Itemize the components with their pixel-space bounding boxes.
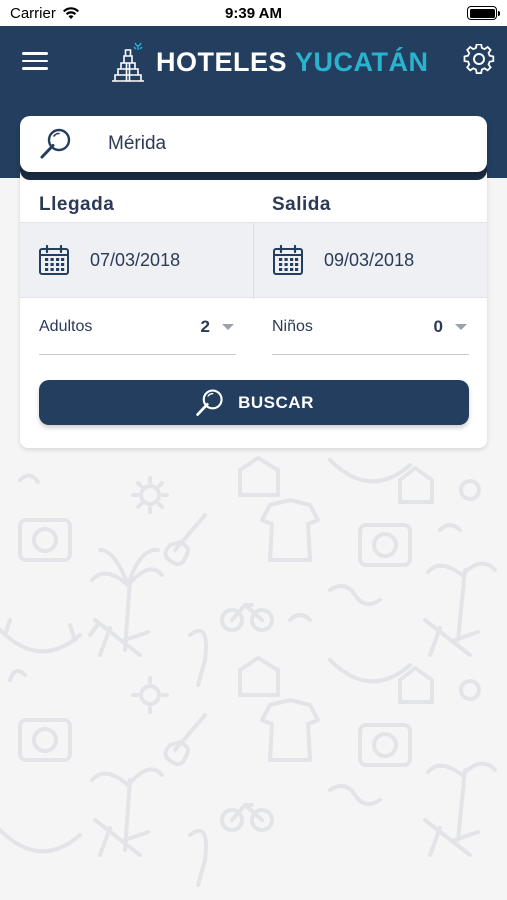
arrival-label: Llegada: [39, 194, 115, 215]
adults-label: Adultos: [39, 318, 93, 335]
calendar-icon: [39, 244, 69, 275]
status-bar: Carrier 9:39 AM: [0, 0, 507, 26]
departure-label: Salida: [272, 194, 331, 215]
search-icon: [40, 128, 71, 159]
search-icon: [196, 388, 223, 416]
destination-search-bar[interactable]: [20, 116, 487, 172]
arrival-date-value: 07/03/2018: [90, 250, 181, 270]
arrival-date-picker[interactable]: 07/03/2018: [20, 223, 253, 299]
search-button[interactable]: BUSCAR: [39, 380, 469, 425]
departure-date-picker[interactable]: 09/03/2018: [253, 223, 486, 299]
app-logo: HOTELES YUCATÁN: [108, 40, 429, 84]
booking-form-card: Llegada Salida 07/03/2018 09/03/2018 Adu…: [20, 172, 487, 448]
search-button-label: BUSCAR: [238, 392, 314, 412]
logo-word-yucatan: YUCATÁN: [295, 46, 429, 77]
battery-icon: [467, 6, 500, 20]
children-select[interactable]: Niños 0: [272, 298, 469, 355]
logo-word-hoteles: HOTELES: [156, 46, 288, 77]
calendar-icon: [273, 244, 303, 275]
pyramid-logo-icon: [112, 42, 144, 82]
carrier-label: Carrier: [10, 4, 56, 22]
hamburger-menu-icon[interactable]: [22, 52, 48, 72]
date-row: 07/03/2018 09/03/2018: [20, 222, 487, 299]
children-value: 0: [433, 317, 443, 336]
adults-select[interactable]: Adultos 2: [39, 298, 236, 355]
destination-input[interactable]: [108, 116, 468, 172]
chevron-down-icon: [455, 324, 467, 330]
departure-date-value: 09/03/2018: [324, 250, 415, 270]
chevron-down-icon: [222, 324, 234, 330]
gear-icon[interactable]: [463, 44, 495, 76]
background-pattern: [0, 420, 507, 900]
adults-value: 2: [200, 317, 210, 336]
status-left: Carrier: [10, 5, 80, 22]
children-label: Niños: [272, 318, 313, 335]
wifi-icon: [62, 7, 79, 19]
